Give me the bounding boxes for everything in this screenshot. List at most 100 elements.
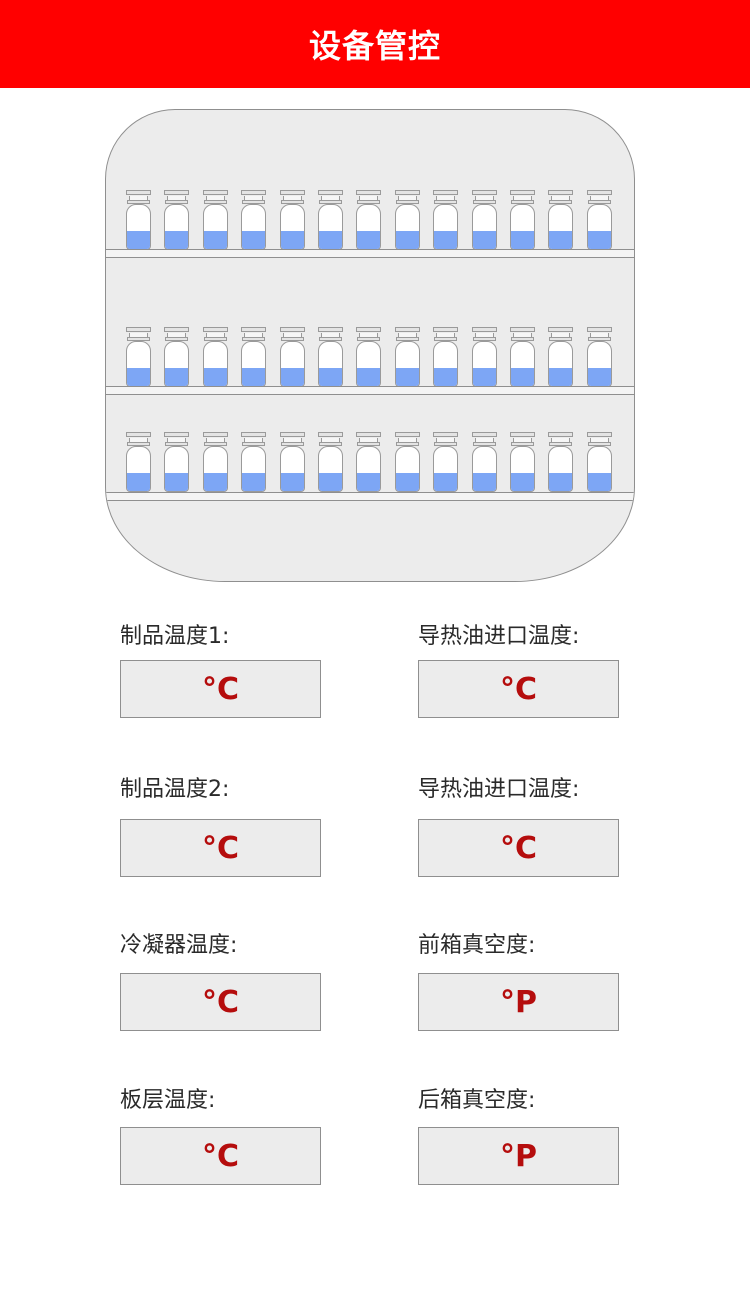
- reading-unit: °C: [201, 830, 240, 866]
- vial-cap: [356, 432, 382, 437]
- vial-cap: [279, 432, 305, 437]
- vial-liquid: [472, 231, 496, 249]
- vial-cap: [164, 327, 190, 332]
- vial-body: [126, 341, 151, 387]
- vial: [432, 432, 459, 493]
- device-control-page: 设备管控 制品温度1: °C 导热油进口温度: °C 制品温度2: °C 导热油进口温度: °…: [0, 0, 750, 1294]
- vial-liquid: [165, 368, 189, 386]
- vial-cap: [164, 432, 190, 437]
- vial-liquid: [127, 231, 150, 249]
- vial: [163, 432, 190, 493]
- vial-body: [433, 341, 459, 387]
- vial-liquid: [549, 473, 573, 491]
- vial-liquid: [434, 231, 458, 249]
- vial: [586, 327, 613, 388]
- vial-liquid: [472, 473, 496, 491]
- vial-body: [548, 446, 574, 492]
- vial-liquid: [165, 231, 189, 249]
- vial-liquid: [242, 231, 266, 249]
- vial-body: [548, 204, 574, 250]
- vial-liquid: [319, 231, 342, 249]
- vial-cap: [471, 327, 497, 332]
- vial: [202, 327, 229, 388]
- vial-liquid: [280, 368, 304, 386]
- reading-label: 制品温度2:: [120, 777, 230, 802]
- vial-cap: [586, 327, 612, 332]
- vial-body: [241, 446, 267, 492]
- reading-label: 导热油进口温度:: [418, 624, 580, 649]
- reading-label: 导热油进口温度:: [418, 777, 580, 802]
- vial-cap: [202, 190, 228, 195]
- vial-cap: [318, 432, 343, 437]
- reading-display: °C: [120, 819, 321, 877]
- vial-cap: [586, 432, 612, 437]
- vial: [240, 327, 267, 388]
- vial: [317, 327, 344, 388]
- vial: [355, 190, 382, 251]
- vial-liquid: [434, 368, 458, 386]
- page-title: 设备管控: [308, 27, 441, 65]
- vial: [547, 190, 574, 251]
- vial-cap: [318, 327, 343, 332]
- vial-liquid: [395, 231, 419, 249]
- vial-body: [241, 204, 267, 250]
- vial: [509, 190, 536, 251]
- vial: [471, 190, 498, 251]
- vial-cap: [279, 190, 305, 195]
- vial-cap: [510, 432, 535, 437]
- vial-liquid: [511, 473, 534, 491]
- vial-cap: [126, 327, 151, 332]
- vial-body: [356, 446, 382, 492]
- vial-cap: [433, 327, 459, 332]
- vial-body: [164, 446, 190, 492]
- vial-body: [586, 446, 612, 492]
- vial: [202, 432, 229, 493]
- reading-display: °C: [120, 1127, 321, 1185]
- reading-label: 制品温度1:: [120, 624, 230, 649]
- vial-body: [586, 341, 612, 387]
- vial-cap: [433, 432, 459, 437]
- vial-body: [126, 446, 151, 492]
- vial-body: [471, 341, 497, 387]
- reading-display: °P: [418, 1127, 619, 1185]
- reading-unit: °C: [499, 830, 538, 866]
- vial: [317, 190, 344, 251]
- vial: [317, 432, 344, 493]
- vial-body: [471, 446, 497, 492]
- header-bar: 设备管控: [0, 0, 750, 88]
- vial: [163, 327, 190, 388]
- vial: [279, 327, 306, 388]
- shelf-board: [106, 249, 634, 258]
- vial-body: [510, 446, 535, 492]
- vial-cap: [241, 432, 267, 437]
- vial: [125, 432, 152, 493]
- shelf-board: [106, 492, 634, 501]
- vial-cap: [394, 190, 420, 195]
- vial: [163, 190, 190, 251]
- vial-body: [202, 341, 228, 387]
- vial-body: [164, 204, 190, 250]
- vial: [394, 432, 421, 493]
- vial-body: [394, 204, 420, 250]
- vial-body: [356, 341, 382, 387]
- vial: [509, 432, 536, 493]
- vial: [432, 190, 459, 251]
- vial-liquid: [434, 473, 458, 491]
- reading-unit: °C: [499, 671, 538, 707]
- vial-cap: [586, 190, 612, 195]
- vial-cap: [202, 327, 228, 332]
- vial: [355, 327, 382, 388]
- reading-display: °C: [418, 819, 619, 877]
- vial: [279, 190, 306, 251]
- vial-body: [164, 341, 190, 387]
- vial-liquid: [242, 368, 266, 386]
- vial-liquid: [549, 231, 573, 249]
- vial-body: [202, 446, 228, 492]
- vial-body: [586, 204, 612, 250]
- vial-body: [126, 204, 151, 250]
- vial-liquid: [203, 368, 227, 386]
- reading-label: 前箱真空度:: [418, 933, 536, 958]
- vial-liquid: [357, 231, 381, 249]
- vial-liquid: [203, 473, 227, 491]
- vial: [432, 327, 459, 388]
